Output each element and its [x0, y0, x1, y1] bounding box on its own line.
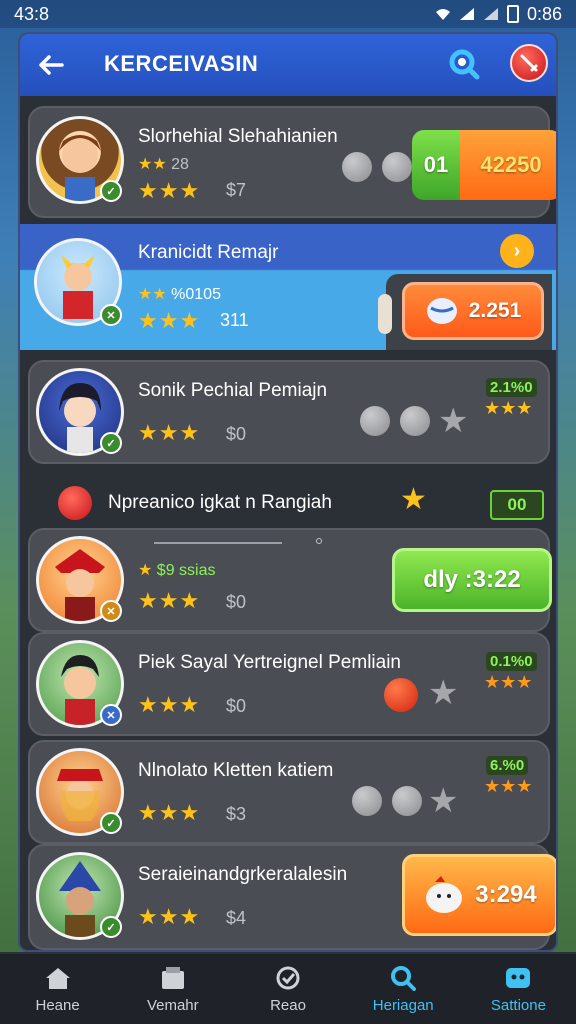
rank-badge-icon: ✓	[100, 432, 122, 454]
player-name: Sonik Pechial Pemiajn	[138, 380, 328, 401]
search-icon[interactable]	[446, 46, 482, 82]
chevron-right-icon[interactable]: ›	[500, 234, 534, 268]
progress-line	[154, 542, 282, 544]
player-name: Slorhehial Slehahianien	[138, 126, 338, 147]
signal-icon-2	[483, 8, 498, 20]
score-button[interactable]: 2.251	[402, 282, 544, 340]
player-price: 311	[220, 310, 249, 330]
leaderboard-card-highlighted[interactable]: ✕ Kranicidt Remajr › ★★ %0105 ★★★ 311 2.…	[20, 224, 556, 350]
tab-home[interactable]: Heane	[0, 954, 115, 1024]
back-arrow-icon[interactable]	[36, 50, 66, 80]
player-price: $0	[226, 592, 247, 612]
battery-icon	[506, 5, 519, 23]
controller-icon	[506, 967, 531, 988]
rating-stars: ★★★	[138, 178, 201, 203]
score-badge: 0.1%0	[486, 652, 537, 671]
section-header: Npreanico igkat n Rangiah ★ 00	[28, 482, 550, 526]
rating-stars: ★★★	[138, 904, 201, 929]
tab-badges[interactable]: Reao	[230, 954, 345, 1024]
small-stars: ★ $9 ssias	[138, 562, 216, 579]
wifi-icon	[435, 9, 450, 20]
section-label: Npreanico igkat n Rangiah	[108, 492, 332, 513]
rank-badge-icon: ✓	[100, 180, 122, 202]
rank-badge-icon: ✓	[100, 916, 122, 938]
player-name: Kranicidt Remajr	[138, 242, 279, 263]
rank-badge-icon: ✕	[100, 600, 122, 622]
angry-face-icon	[58, 486, 92, 520]
badge-icon	[276, 966, 300, 989]
rating-stars: ★★★	[138, 692, 201, 717]
home-icon	[45, 967, 70, 989]
badge-stars: ★★★	[484, 398, 533, 418]
page-title: KERCEIVASIN	[104, 51, 259, 76]
orb-icon	[352, 786, 382, 816]
star-icon: ★	[400, 483, 427, 516]
status-bar: 43:8 0:86	[0, 0, 576, 28]
leaderboard-card-4[interactable]: ✕ ★ $9 ssias ★★★ $0 dly :3:22	[28, 528, 552, 632]
status-battery: 0:86	[526, 3, 562, 24]
star-outline-icon: ★	[428, 782, 459, 820]
leaderboard-card-3[interactable]: ✓ Sonik Pechial Pemiajn ★★★ $0 ★ 2.1%0 ★…	[28, 360, 550, 464]
player-price: $4	[226, 908, 247, 928]
app-header: KERCEIVASIN	[20, 34, 556, 96]
player-name: Nlnolato Kletten katiem	[138, 760, 334, 781]
rating-stars: ★★★	[138, 420, 201, 445]
section-badge: 00	[490, 490, 544, 520]
score-button[interactable]: 01 42250	[412, 130, 556, 200]
slider-handle[interactable]	[378, 294, 392, 334]
player-price: $3	[226, 804, 247, 824]
star-outline-icon: ★	[438, 402, 469, 440]
rank-badge-icon: ✓	[100, 812, 122, 834]
leaderboard-card-6[interactable]: ✓ Nlnolato Kletten katiem ★★★ $3 ★ 6.%0 …	[28, 740, 550, 844]
tab-shop[interactable]: Vemahr	[115, 954, 230, 1024]
bottom-tab-bar: Heane Vemahr Reao Heriagan Sattione	[0, 952, 576, 1024]
player-price: $0	[226, 424, 247, 444]
leaderboard-card-5[interactable]: ✕ Piek Sayal Yertreignel Pemliain ★★★ $0…	[28, 632, 550, 736]
rating-stars: ★★★	[138, 308, 201, 333]
player-name: Piek Sayal Yertreignel Pemliain	[138, 652, 401, 673]
shop-icon	[161, 966, 184, 989]
orb-icon	[382, 152, 412, 182]
egg-bird-icon	[426, 876, 463, 913]
small-stars: ★★ %0105	[138, 286, 221, 303]
score-badge: 2.1%0	[486, 378, 537, 397]
rank-badge-icon: ✕	[100, 704, 122, 726]
egg-bird-icon	[426, 298, 457, 324]
tab-settings[interactable]: Sattione	[461, 954, 576, 1024]
player-price: $7	[226, 180, 247, 200]
play-button[interactable]: dly :3:22	[392, 548, 552, 612]
star-outline-icon: ★	[428, 674, 459, 712]
badge-stars: ★★★	[484, 672, 533, 692]
leaderboard-panel: KERCEIVASIN ✓ Slorhehial Slehahianien ★★…	[18, 32, 558, 952]
tab-search[interactable]: Heriagan	[346, 954, 461, 1024]
score-button[interactable]: 3:294	[402, 854, 556, 936]
rating-stars: ★★★	[138, 588, 201, 613]
profile-badge-icon[interactable]	[510, 44, 548, 82]
rating-stars: ★★★	[138, 800, 201, 825]
sword-icon	[520, 54, 538, 72]
rank-badge-icon: ✕	[100, 304, 122, 326]
signal-icon	[459, 8, 474, 20]
badge-stars: ★★★	[484, 776, 533, 796]
score-badge: 6.%0	[486, 756, 529, 775]
fire-orb-icon	[384, 678, 418, 712]
search-icon	[391, 965, 417, 991]
orb-icon	[360, 406, 390, 436]
status-time: 43:8	[14, 3, 50, 24]
leaderboard-card-7[interactable]: ✓ Seraieinandgrkeralalesin ★★★ $4 3:294	[28, 844, 556, 950]
orb-icon	[392, 786, 422, 816]
orb-icon	[400, 406, 430, 436]
leaderboard-card-1[interactable]: ✓ Slorhehial Slehahianien ★★ 28 ★★★ $7 0…	[28, 106, 556, 218]
player-name: Seraieinandgrkeralalesin	[138, 864, 348, 885]
player-price: $0	[226, 696, 247, 716]
small-stars: ★★ 28	[138, 156, 189, 173]
orb-icon	[342, 152, 372, 182]
